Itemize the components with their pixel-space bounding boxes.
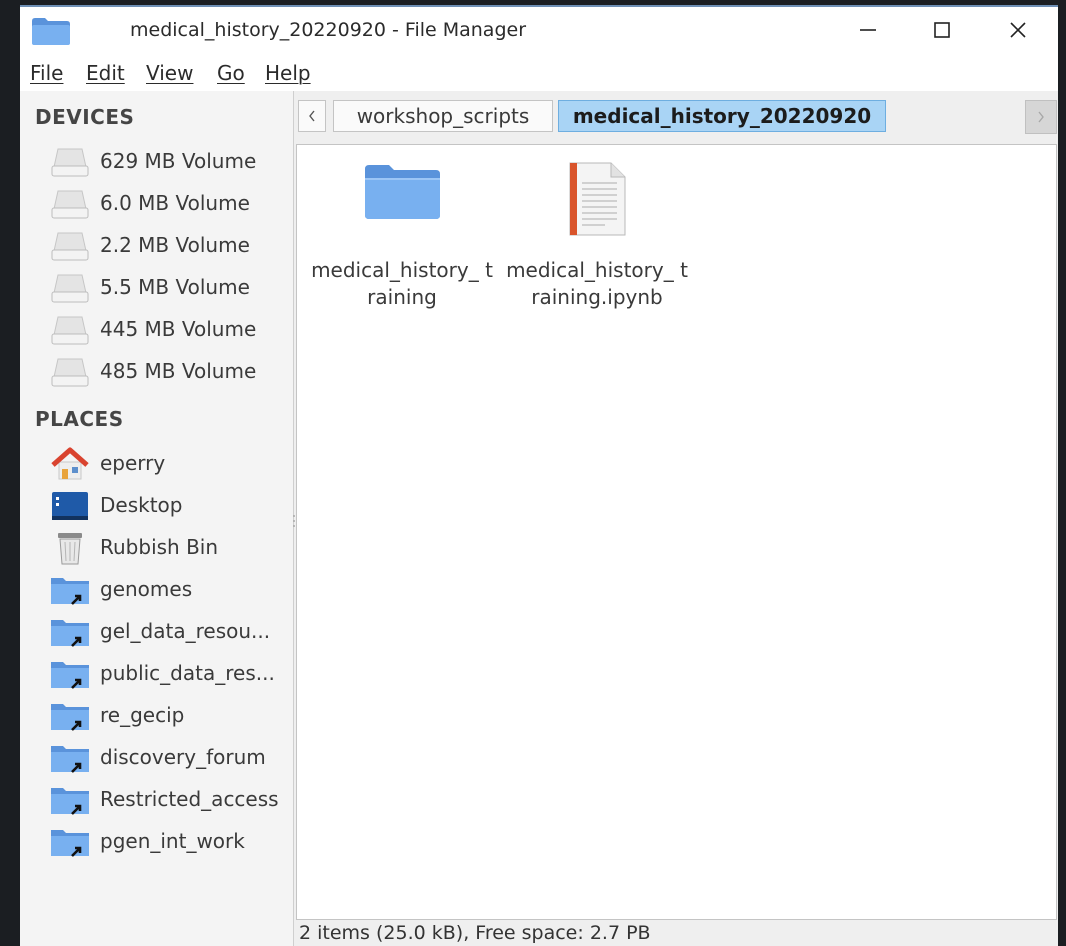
sidebar-item-label: eperry bbox=[100, 451, 166, 475]
sidebar-item-discovery-forum[interactable]: discovery_forum bbox=[50, 739, 290, 775]
breadcrumb-medical-history-current[interactable]: medical_history_20220920 bbox=[558, 100, 886, 132]
sidebar-item-rubbish-bin[interactable]: Rubbish Bin bbox=[50, 529, 290, 565]
folder-link-icon bbox=[50, 573, 90, 607]
menu-file[interactable]: File bbox=[30, 61, 63, 85]
file-name: medical_history_ training.ipynb bbox=[506, 258, 688, 309]
sidebar-item-volume-629mb[interactable]: 629 MB Volume bbox=[50, 143, 290, 179]
sidebar-item-label: pgen_int_work bbox=[100, 829, 245, 853]
menu-go[interactable]: Go bbox=[217, 61, 245, 85]
folder-icon bbox=[32, 17, 70, 45]
folder-link-icon bbox=[50, 783, 90, 817]
sidebar-item-label: re_gecip bbox=[100, 703, 185, 727]
sidebar-item-public-data-resources[interactable]: public_data_res... bbox=[50, 655, 290, 691]
trash-icon bbox=[50, 531, 90, 565]
drive-icon bbox=[50, 313, 90, 347]
drive-icon bbox=[50, 145, 90, 179]
sidebar-item-label: 629 MB Volume bbox=[100, 149, 257, 173]
file-item-notebook[interactable]: medical_history_ training.ipynb bbox=[502, 157, 692, 309]
sidebar: DEVICES 629 MB Volume 6.0 MB Volume 2.2 … bbox=[20, 91, 294, 946]
file-name: medical_history_ training bbox=[311, 258, 493, 309]
home-icon bbox=[50, 447, 90, 481]
window-title: medical_history_20220920 - File Manager bbox=[130, 19, 527, 41]
sidebar-item-gel-data-resources[interactable]: gel_data_resou... bbox=[50, 613, 290, 649]
minimize-button[interactable] bbox=[850, 15, 886, 45]
file-view[interactable]: medical_history_ training medical_histor… bbox=[296, 144, 1057, 920]
sidebar-item-label: Rubbish Bin bbox=[100, 535, 219, 559]
status-bar: 2 items (25.0 kB), Free space: 2.7 PB bbox=[296, 920, 1058, 946]
places-header: PLACES bbox=[35, 407, 124, 431]
path-forward-button[interactable] bbox=[1025, 100, 1057, 134]
sidebar-item-desktop[interactable]: Desktop bbox=[50, 487, 290, 523]
sidebar-item-label: 2.2 MB Volume bbox=[100, 233, 250, 257]
menu-bar: File Edit View Go Help bbox=[20, 53, 1058, 91]
sidebar-item-volume-445mb[interactable]: 445 MB Volume bbox=[50, 311, 290, 347]
close-button[interactable] bbox=[1000, 15, 1036, 45]
sidebar-item-label: 485 MB Volume bbox=[100, 359, 257, 383]
breadcrumb-workshop-scripts[interactable]: workshop_scripts bbox=[333, 100, 553, 132]
folder-link-icon bbox=[50, 741, 90, 775]
file-item-folder[interactable]: medical_history_ training bbox=[307, 157, 497, 309]
maximize-button[interactable] bbox=[924, 15, 960, 45]
path-bar: workshop_scripts medical_history_2022092… bbox=[296, 91, 1058, 143]
desktop-icon bbox=[50, 489, 90, 523]
folder-link-icon bbox=[50, 699, 90, 733]
sidebar-item-re-gecip[interactable]: re_gecip bbox=[50, 697, 290, 733]
title-bar[interactable]: medical_history_20220920 - File Manager bbox=[20, 7, 1058, 53]
sidebar-item-label: 5.5 MB Volume bbox=[100, 275, 250, 299]
drive-icon bbox=[50, 229, 90, 263]
close-icon bbox=[1010, 22, 1026, 38]
sidebar-item-genomes[interactable]: genomes bbox=[50, 571, 290, 607]
sidebar-item-pgen-int-work[interactable]: pgen_int_work bbox=[50, 823, 290, 859]
folder-link-icon bbox=[50, 657, 90, 691]
folder-link-icon bbox=[50, 825, 90, 859]
menu-view[interactable]: View bbox=[146, 61, 193, 85]
sidebar-item-label: 6.0 MB Volume bbox=[100, 191, 250, 215]
maximize-icon bbox=[934, 22, 950, 38]
sidebar-item-label: 445 MB Volume bbox=[100, 317, 257, 341]
menu-edit[interactable]: Edit bbox=[86, 61, 125, 85]
minimize-icon bbox=[860, 29, 876, 31]
drive-icon bbox=[50, 271, 90, 305]
sidebar-item-label: public_data_res... bbox=[100, 661, 275, 685]
chevron-right-icon bbox=[1038, 111, 1044, 123]
text-document-icon bbox=[565, 161, 629, 241]
chevron-left-icon bbox=[309, 110, 315, 122]
sidebar-item-volume-6mb[interactable]: 6.0 MB Volume bbox=[50, 185, 290, 221]
folder-link-icon bbox=[50, 615, 90, 649]
drive-icon bbox=[50, 355, 90, 389]
file-manager-window: medical_history_20220920 - File Manager … bbox=[20, 5, 1058, 946]
drive-icon bbox=[50, 187, 90, 221]
sidebar-item-label: Desktop bbox=[100, 493, 183, 517]
path-back-button[interactable] bbox=[298, 100, 326, 132]
sidebar-item-volume-485mb[interactable]: 485 MB Volume bbox=[50, 353, 290, 389]
sidebar-item-label: genomes bbox=[100, 577, 193, 601]
status-text: 2 items (25.0 kB), Free space: 2.7 PB bbox=[299, 922, 651, 944]
folder-icon bbox=[363, 161, 441, 225]
devices-header: DEVICES bbox=[35, 105, 135, 129]
sidebar-item-restricted-access[interactable]: Restricted_access bbox=[50, 781, 290, 817]
sidebar-item-label: Restricted_access bbox=[100, 787, 279, 811]
sidebar-item-label: discovery_forum bbox=[100, 745, 266, 769]
sidebar-item-label: gel_data_resou... bbox=[100, 619, 271, 643]
sidebar-item-volume-5mb[interactable]: 5.5 MB Volume bbox=[50, 269, 290, 305]
sidebar-item-home[interactable]: eperry bbox=[50, 445, 290, 481]
menu-help[interactable]: Help bbox=[265, 61, 311, 85]
sidebar-item-volume-2mb[interactable]: 2.2 MB Volume bbox=[50, 227, 290, 263]
